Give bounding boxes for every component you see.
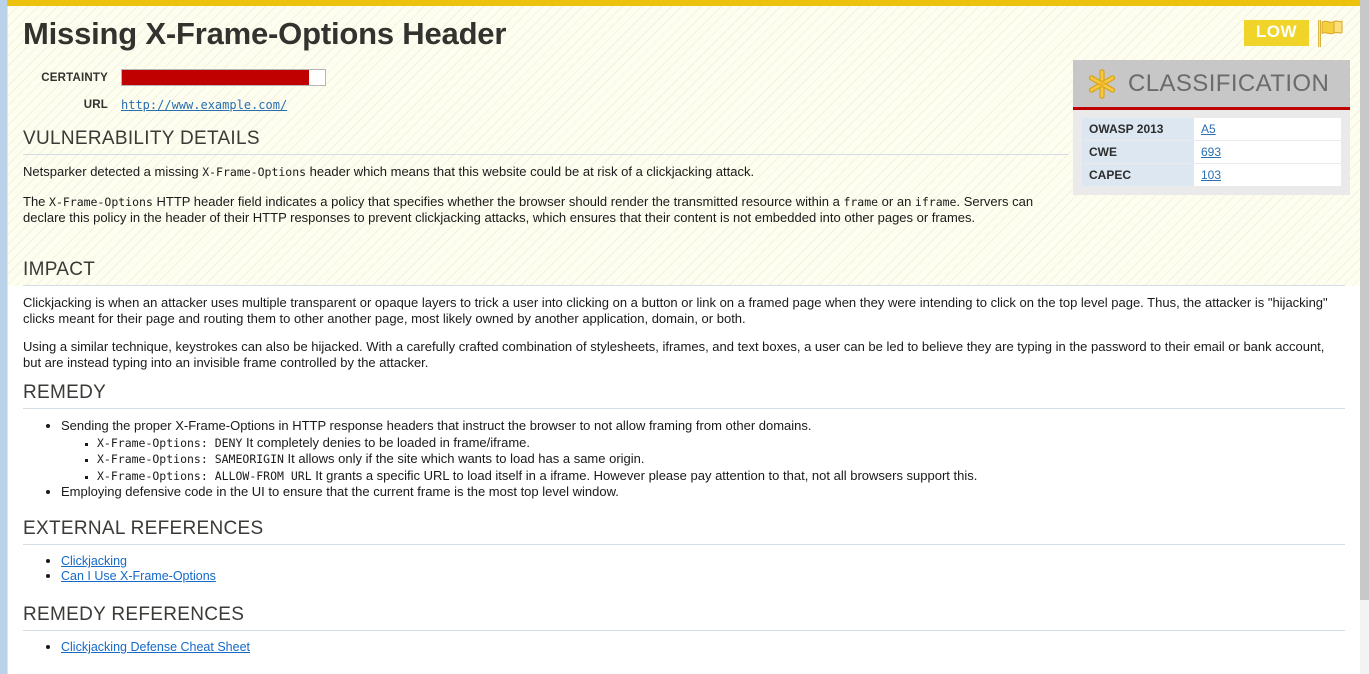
classification-key: CAPEC	[1082, 163, 1194, 186]
left-edge-rail	[0, 0, 8, 674]
text-run: It allows only if the site which wants t…	[283, 451, 645, 466]
classification-title: CLASSIFICATION	[1128, 69, 1330, 97]
classification-key: CWE	[1082, 140, 1194, 164]
classification-header: CLASSIFICATION	[1073, 60, 1350, 110]
classification-table: OWASP 2013 A5 CWE 693 CAPEC 103	[1082, 118, 1341, 186]
list-item: Can I Use X-Frame-Options	[61, 569, 1345, 583]
vuln-paragraph-1: Netsparker detected a missing X-Frame-Op…	[23, 164, 1068, 181]
text-run: or an	[878, 193, 915, 209]
section-remedy: REMEDY Sending the proper X-Frame-Option…	[23, 382, 1345, 501]
severity-indicator: LOW	[1243, 18, 1343, 48]
code-span: X-Frame-Options: ALLOW-FROM URL	[97, 468, 312, 483]
text-run: header which means that this website cou…	[306, 164, 755, 179]
list-item: Employing defensive code in the UI to en…	[61, 484, 1345, 501]
text-run: It completely denies to be loaded in fra…	[242, 434, 530, 450]
remedy-list: Sending the proper X-Frame-Options in HT…	[23, 418, 1345, 501]
certainty-bar-fill	[122, 70, 309, 85]
section-heading: VULNERABILITY DETAILS	[23, 128, 260, 149]
section-divider	[23, 544, 1345, 545]
list-item: X-Frame-Options: SAMEORIGIN It allows on…	[97, 451, 1345, 468]
scrollbar-thumb[interactable]	[1360, 0, 1369, 600]
code-span: iframe	[914, 194, 957, 209]
list-item: X-Frame-Options: DENY It completely deni…	[97, 435, 1345, 452]
page-title: Missing X-Frame-Options Header	[23, 16, 507, 51]
section-remedy-references: REMEDY REFERENCES Clickjacking Defense C…	[23, 604, 1345, 655]
text-run: HTTP header field indicates a policy tha…	[152, 193, 844, 209]
section-external-references: EXTERNAL REFERENCES Clickjacking Can I U…	[23, 518, 1345, 584]
classification-link[interactable]: 693	[1201, 145, 1221, 159]
text-run: Netsparker detected a missing	[23, 164, 203, 179]
remedy-reference-list: Clickjacking Defense Cheat Sheet	[23, 640, 1345, 654]
certainty-row: CERTAINTY	[23, 64, 453, 91]
code-span: frame	[843, 194, 879, 209]
section-heading: REMEDY REFERENCES	[23, 604, 245, 625]
external-reference-list: Clickjacking Can I Use X-Frame-Options	[23, 554, 1345, 583]
classification-value: 693	[1194, 140, 1341, 164]
impact-paragraph-2: Using a similar technique, keystrokes ca…	[23, 339, 1325, 370]
remedy-sublist: X-Frame-Options: DENY It completely deni…	[61, 435, 1345, 485]
external-reference-link[interactable]: Clickjacking	[61, 554, 127, 568]
list-item: X-Frame-Options: ALLOW-FROM URL It grant…	[97, 468, 1345, 485]
vulnerability-report-page: Missing X-Frame-Options Header LOW CERTA…	[0, 0, 1369, 674]
remedy-reference-link[interactable]: Clickjacking Defense Cheat Sheet	[61, 640, 250, 654]
section-heading: REMEDY	[23, 382, 107, 403]
section-heading: IMPACT	[23, 259, 96, 280]
classification-key: OWASP 2013	[1082, 118, 1194, 141]
report-meta: CERTAINTY URL http://www.example.com/	[23, 64, 453, 118]
classification-panel: CLASSIFICATION OWASP 2013 A5 CWE 693 CAP…	[1073, 60, 1350, 195]
table-row: CAPEC 103	[1082, 163, 1341, 186]
text-run: The	[23, 193, 50, 209]
code-span: X-Frame-Options: DENY	[97, 435, 243, 450]
url-row: URL http://www.example.com/	[23, 91, 453, 118]
section-vulnerability-details: VULNERABILITY DETAILS Netsparker detecte…	[23, 128, 1068, 226]
table-row: CWE 693	[1082, 140, 1341, 164]
scrollbar-track[interactable]	[1360, 0, 1369, 674]
section-divider	[23, 408, 1345, 409]
list-item: Clickjacking Defense Cheat Sheet	[61, 640, 1345, 654]
section-divider	[23, 154, 1068, 155]
external-reference-link[interactable]: Can I Use X-Frame-Options	[61, 569, 216, 583]
code-span: X-Frame-Options	[202, 165, 307, 179]
section-divider	[23, 285, 1345, 286]
target-url-link[interactable]: http://www.example.com/	[121, 98, 287, 112]
classification-value: 103	[1194, 163, 1341, 186]
certainty-label: CERTAINTY	[41, 71, 108, 84]
table-row: OWASP 2013 A5	[1082, 118, 1341, 141]
code-span: X-Frame-Options: SAMEORIGIN	[97, 452, 284, 466]
section-impact: IMPACT Clickjacking is when an attacker …	[23, 259, 1345, 370]
classification-link[interactable]: A5	[1201, 122, 1216, 136]
code-span: X-Frame-Options	[49, 194, 153, 209]
classification-link[interactable]: 103	[1201, 168, 1221, 182]
section-divider	[23, 630, 1345, 631]
classification-value: A5	[1194, 118, 1341, 141]
flag-icon	[1317, 18, 1343, 48]
section-heading: EXTERNAL REFERENCES	[23, 518, 264, 539]
impact-paragraph-1: Clickjacking is when an attacker uses mu…	[23, 295, 1328, 326]
list-item: Clickjacking	[61, 554, 1345, 568]
url-label: URL	[83, 98, 108, 111]
severity-badge: LOW	[1243, 20, 1309, 46]
text-run: It grants a specific URL to load itself …	[311, 467, 978, 483]
list-item: Sending the proper X-Frame-Options in HT…	[61, 418, 1345, 484]
remedy-bullet-1-text: Sending the proper X-Frame-Options in HT…	[61, 418, 812, 433]
certainty-bar	[121, 69, 326, 86]
asterisk-star-icon	[1085, 67, 1128, 101]
vuln-paragraph-2: The X-Frame-Options HTTP header field in…	[23, 194, 1068, 226]
